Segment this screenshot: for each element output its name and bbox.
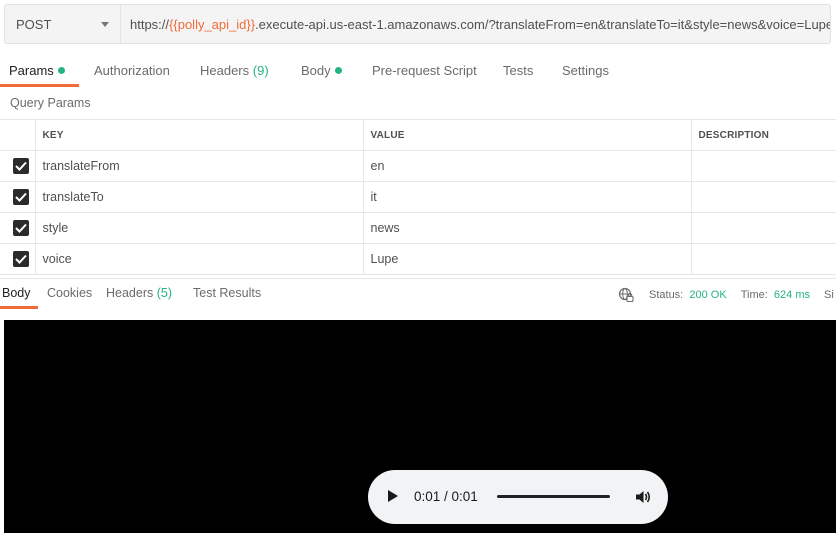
tab-tests-label: Tests: [503, 63, 534, 78]
response-tab-headers-count: (5): [156, 286, 173, 300]
tab-headers[interactable]: Headers (9): [200, 63, 269, 78]
response-tab-cookies-label: Cookies: [47, 286, 93, 300]
tab-authorization[interactable]: Authorization: [94, 63, 170, 78]
table-row: voice Lupe: [0, 243, 836, 275]
time-value[interactable]: 624 ms: [774, 289, 810, 301]
header-checkbox-cell: [0, 119, 36, 151]
tab-headers-label: Headers: [200, 63, 250, 78]
network-globe-icon[interactable]: [618, 287, 634, 303]
response-tab-body[interactable]: Body: [2, 286, 31, 300]
row-checkbox-cell: [0, 150, 36, 182]
param-value-cell[interactable]: en: [362, 150, 692, 182]
tab-body-label: Body: [301, 63, 331, 78]
param-value-cell[interactable]: news: [362, 212, 692, 244]
table-row: translateFrom en: [0, 150, 836, 182]
query-params-title: Query Params: [10, 96, 91, 110]
tab-settings-label: Settings: [562, 63, 609, 78]
audio-player: 0:01 / 0:01: [368, 470, 668, 524]
chevron-down-icon: [101, 22, 109, 27]
checkmark-icon: [15, 161, 27, 171]
table-row: translateTo it: [0, 181, 836, 213]
audio-progress-slider[interactable]: [497, 495, 610, 498]
param-value-cell[interactable]: Lupe: [362, 243, 692, 275]
column-header-value: VALUE: [362, 119, 692, 151]
time-label: Time:: [740, 289, 768, 301]
column-header-description: DESCRIPTION: [690, 119, 836, 151]
tab-params-label: Params: [9, 63, 54, 78]
row-checkbox[interactable]: [13, 251, 29, 267]
method-label: POST: [16, 16, 52, 32]
response-tab-headers[interactable]: Headers (5): [106, 286, 172, 300]
request-bar: POST https://{{polly_api_id}} .execute-ap…: [4, 4, 831, 44]
status-label: Status:: [649, 289, 684, 301]
response-active-tab-indicator: [0, 306, 38, 309]
row-checkbox-cell: [0, 181, 36, 213]
tab-prerequest-label: Pre-request Script: [372, 63, 477, 78]
column-header-key: KEY: [34, 119, 364, 151]
response-tab-test-results-label: Test Results: [193, 286, 262, 300]
response-tab-test-results[interactable]: Test Results: [193, 286, 261, 300]
url-input[interactable]: https://{{polly_api_id}} .execute-api.us-…: [120, 4, 831, 44]
params-indicator-dot: [57, 67, 65, 74]
checkmark-icon: [15, 192, 27, 202]
status-value[interactable]: 200 OK: [689, 289, 726, 301]
request-tabs: Params Authorization Headers (9) Body Pr…: [0, 56, 836, 88]
checkmark-icon: [15, 223, 27, 233]
play-icon[interactable]: [388, 490, 398, 502]
tab-authorization-label: Authorization: [94, 63, 170, 78]
row-checkbox[interactable]: [13, 189, 29, 205]
param-key-cell[interactable]: voice: [34, 243, 364, 275]
response-tab-cookies[interactable]: Cookies: [47, 286, 92, 300]
row-checkbox-cell: [0, 212, 36, 244]
param-key-cell[interactable]: style: [34, 212, 364, 244]
url-prefix: https://: [130, 16, 170, 32]
param-value-cell[interactable]: it: [362, 181, 692, 213]
url-variable: {{polly_api_id}}: [169, 16, 256, 32]
param-key-cell[interactable]: translateFrom: [34, 150, 364, 182]
row-checkbox[interactable]: [13, 220, 29, 236]
checkmark-icon: [15, 254, 27, 264]
response-status-bar: Status: 200 OK Time: 624 ms Si: [618, 287, 834, 303]
param-description-cell[interactable]: [690, 150, 836, 182]
param-description-cell[interactable]: [690, 243, 836, 275]
tab-settings[interactable]: Settings: [562, 63, 609, 78]
query-params-table: KEY VALUE DESCRIPTION translateFrom en t…: [0, 119, 836, 275]
table-row: style news: [0, 212, 836, 244]
url-suffix: .execute-api.us-east-1.amazonaws.com/?tr…: [255, 16, 831, 32]
tab-headers-count: (9): [252, 63, 269, 78]
response-media-area: 0:01 / 0:01: [4, 320, 836, 533]
tab-body[interactable]: Body: [301, 63, 342, 78]
table-header-row: KEY VALUE DESCRIPTION: [0, 119, 836, 151]
param-key-cell[interactable]: translateTo: [34, 181, 364, 213]
response-tab-body-label: Body: [2, 286, 31, 300]
row-checkbox-cell: [0, 243, 36, 275]
tab-prerequest-script[interactable]: Pre-request Script: [372, 63, 477, 78]
param-description-cell[interactable]: [690, 212, 836, 244]
response-divider[interactable]: [0, 278, 836, 279]
volume-icon[interactable]: [634, 488, 652, 506]
tab-tests[interactable]: Tests: [503, 63, 533, 78]
active-tab-indicator: [0, 84, 79, 87]
method-select[interactable]: POST: [4, 4, 120, 44]
response-tab-headers-label: Headers: [106, 286, 154, 300]
body-indicator-dot: [334, 67, 342, 74]
param-description-cell[interactable]: [690, 181, 836, 213]
audio-time: 0:01 / 0:01: [414, 489, 478, 504]
tab-params[interactable]: Params: [9, 63, 65, 78]
row-checkbox[interactable]: [13, 158, 29, 174]
size-label: Si: [823, 289, 834, 301]
